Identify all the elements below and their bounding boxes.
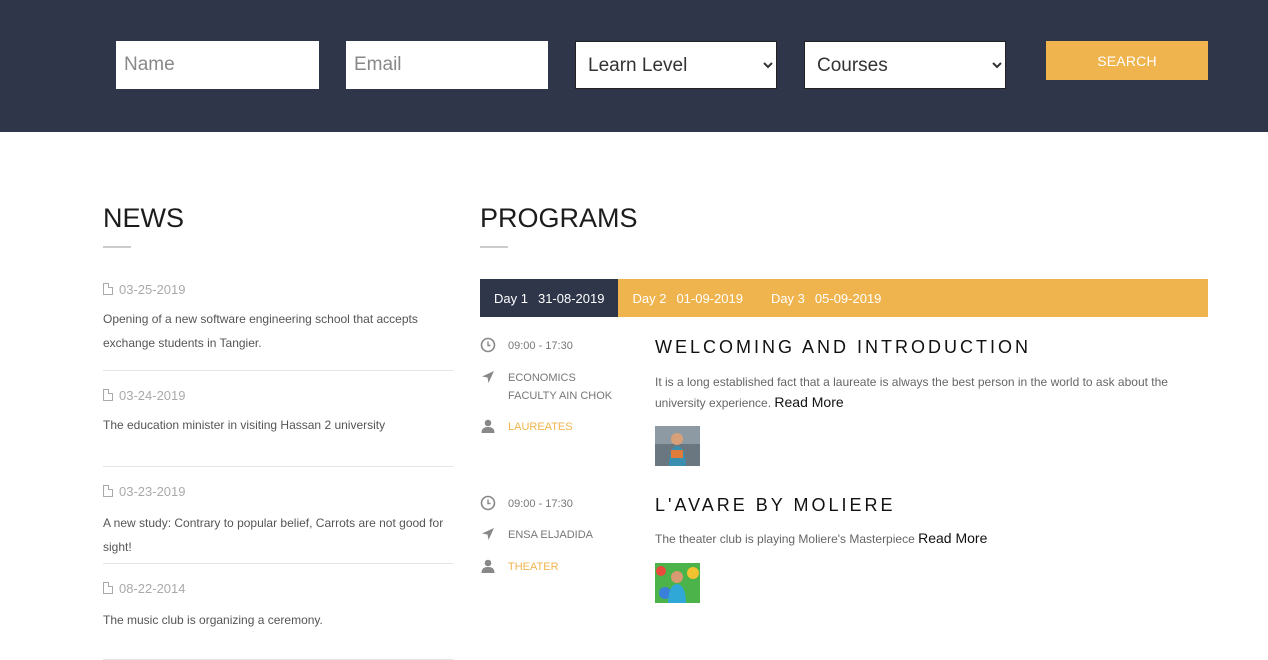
email-input[interactable] — [346, 41, 548, 89]
news-date: 03-23-2019 — [119, 483, 186, 499]
program-thumbnail[interactable] — [655, 563, 700, 603]
tab-date: 01-09-2019 — [676, 290, 743, 306]
user-icon — [481, 559, 495, 573]
program-description: It is a long established fact that a lau… — [655, 372, 1195, 413]
read-more-link[interactable]: Read More — [774, 394, 843, 410]
program-time: 09:00 - 17:30 — [480, 337, 626, 355]
clock-icon — [480, 495, 496, 511]
program-description-text: The theater club is playing Moliere's Ma… — [655, 532, 915, 546]
document-icon — [103, 283, 113, 295]
program-location: ECONOMICS FACULTY AIN CHOK — [480, 369, 626, 405]
program-title[interactable]: WELCOMING AND INTRODUCTION — [655, 337, 1031, 358]
document-icon — [103, 485, 113, 497]
news-text[interactable]: The education minister in visiting Hassa… — [103, 413, 453, 437]
search-bar: Learn Level Courses SEARCH — [0, 0, 1268, 132]
news-text[interactable]: The music club is organizing a ceremony. — [103, 608, 453, 632]
tab-day-label: Day 3 — [770, 290, 805, 306]
news-date: 03-25-2019 — [119, 281, 186, 297]
news-heading-rule — [103, 246, 131, 248]
day-tabs: Day 1 31-08-2019 Day 2 01-09-2019 Day 3 … — [480, 279, 1208, 317]
tab-date: 05-09-2019 — [814, 290, 882, 306]
tab-day-label: Day 1 — [494, 290, 528, 306]
news-list: 03-25-2019 Opening of a new software eng… — [103, 279, 453, 660]
search-button[interactable]: SEARCH — [1046, 41, 1208, 80]
name-input[interactable] — [116, 41, 319, 89]
program-location: ENSA ELJADIDA — [480, 526, 626, 544]
program-audience: THEATER — [480, 558, 626, 576]
news-item[interactable]: 03-23-2019 A new study: Contrary to popu… — [103, 481, 453, 564]
location-arrow-icon — [482, 528, 494, 540]
courses-select[interactable]: Courses — [804, 41, 1006, 89]
location-arrow-icon — [482, 371, 494, 383]
program-audience: LAUREATES — [480, 418, 626, 436]
news-heading: NEWS — [103, 203, 184, 233]
news-item[interactable]: 03-24-2019 The education minister in vis… — [103, 385, 453, 467]
programs-heading-rule — [480, 246, 508, 248]
program-time: 09:00 - 17:30 — [480, 495, 626, 513]
tab-day-2[interactable]: Day 2 01-09-2019 — [618, 279, 756, 317]
tab-day-1[interactable]: Day 1 31-08-2019 — [480, 279, 619, 317]
program-description: The theater club is playing Moliere's Ma… — [655, 528, 1195, 549]
news-date: 03-24-2019 — [119, 387, 186, 403]
program-title[interactable]: L'AVARE BY MOLIERE — [655, 495, 896, 516]
news-text[interactable]: Opening of a new software engineering sc… — [103, 307, 453, 355]
news-date: 08-22-2014 — [119, 580, 186, 596]
tab-day-label: Day 2 — [632, 290, 667, 306]
programs-heading: PROGRAMS — [480, 203, 638, 233]
news-item[interactable]: 08-22-2014 The music club is organizing … — [103, 578, 453, 660]
program-item: 09:00 - 17:30 ECONOMICS FACULTY AIN CHOK… — [480, 335, 1208, 475]
news-item[interactable]: 03-25-2019 Opening of a new software eng… — [103, 279, 453, 371]
program-description-text: It is a long established fact that a lau… — [655, 375, 1168, 410]
clock-icon — [480, 337, 496, 353]
user-icon — [481, 419, 495, 433]
news-text[interactable]: A new study: Contrary to popular belief,… — [103, 511, 453, 559]
document-icon — [103, 582, 113, 594]
program-thumbnail[interactable] — [655, 426, 700, 466]
read-more-link[interactable]: Read More — [918, 530, 987, 546]
document-icon — [103, 389, 113, 401]
program-item: 09:00 - 17:30 ENSA ELJADIDA THEATER L'AV… — [480, 493, 1208, 603]
learn-level-select[interactable]: Learn Level — [575, 41, 777, 89]
tab-date: 31-08-2019 — [537, 290, 605, 306]
tab-day-3[interactable]: Day 3 05-09-2019 — [757, 279, 895, 317]
